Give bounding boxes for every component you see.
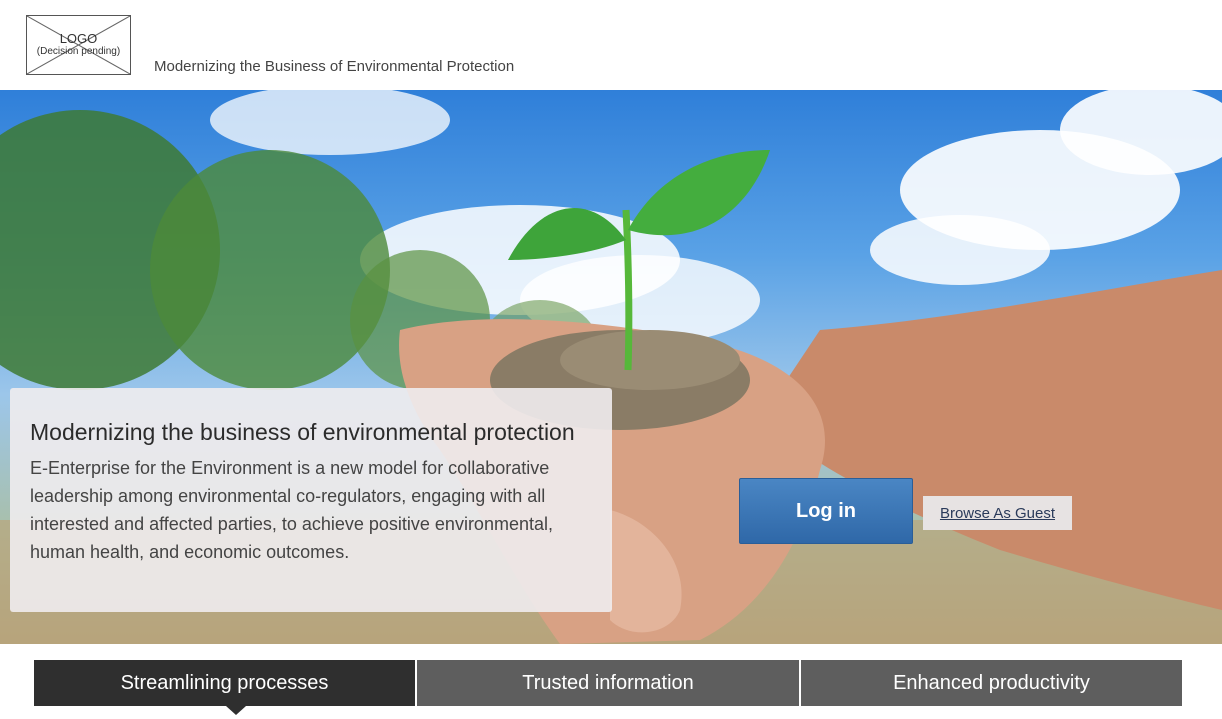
logo-placeholder[interactable]: LOGO (Decision pending): [26, 15, 131, 75]
logo-text: LOGO: [59, 31, 98, 46]
intro-title: Modernizing the business of environmenta…: [30, 419, 575, 445]
tab-streamlining-processes[interactable]: Streamlining processes: [34, 660, 415, 706]
site-tagline: Modernizing the Business of Environmenta…: [154, 58, 515, 75]
logo-subtext: (Decision pending): [36, 46, 121, 57]
tab-enhanced-productivity[interactable]: Enhanced productivity: [801, 660, 1182, 706]
hero-banner: Modernizing the business of environmenta…: [0, 90, 1222, 644]
tab-trusted-information[interactable]: Trusted information: [417, 660, 799, 706]
intro-card: Modernizing the business of environmenta…: [10, 388, 612, 612]
browse-as-guest-link[interactable]: Browse As Guest: [923, 496, 1072, 530]
intro-body: E-Enterprise for the Environment is a ne…: [30, 458, 553, 562]
feature-tabs: Streamlining processes Trusted informati…: [34, 660, 1182, 715]
active-tab-pointer: [226, 706, 246, 715]
site-header: LOGO (Decision pending) Modernizing the …: [0, 0, 1222, 90]
login-button[interactable]: Log in: [739, 478, 913, 544]
